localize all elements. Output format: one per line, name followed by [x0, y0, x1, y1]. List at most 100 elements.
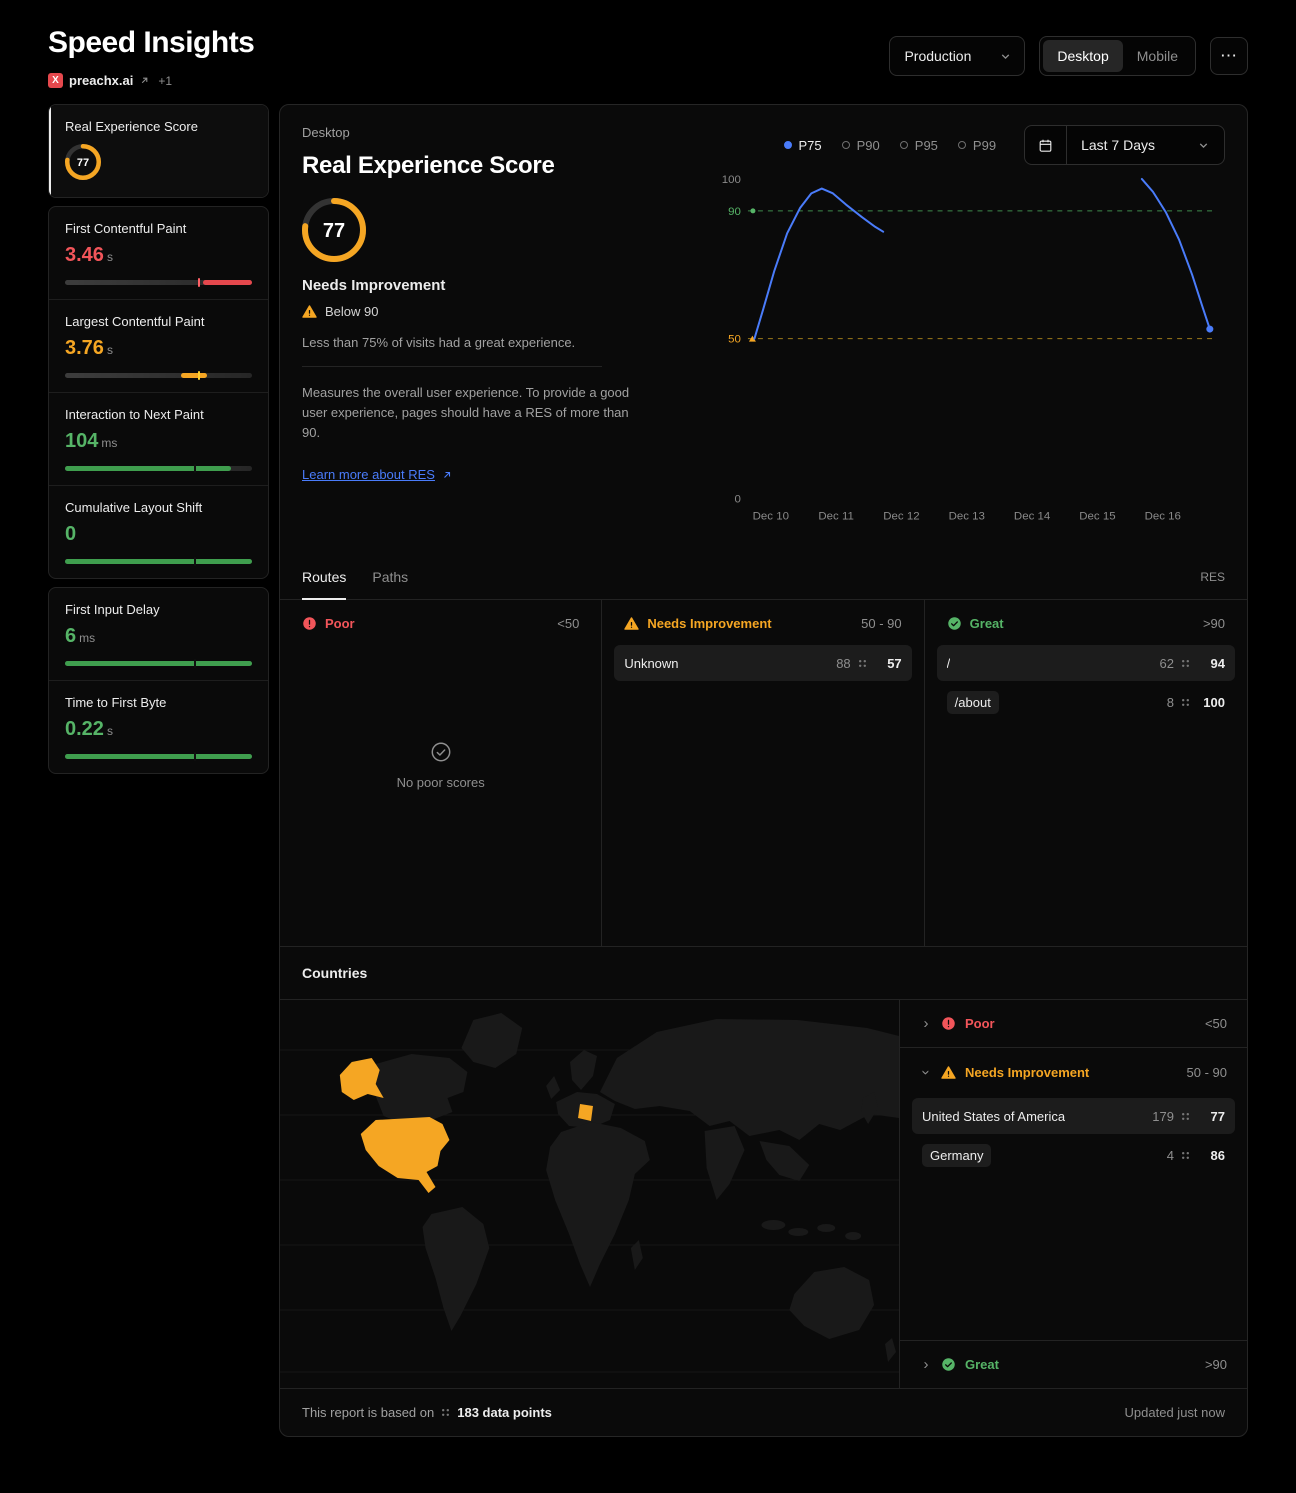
metric-bar [65, 752, 252, 761]
more-options-button[interactable]: ⋯ [1210, 37, 1248, 75]
sidebar-metric-cls[interactable]: Cumulative Layout Shift 0 [49, 485, 268, 578]
legend-dot-icon [899, 141, 908, 149]
column-rows: Unknown 88 57 [614, 645, 912, 684]
column-header: Needs Improvement 50 - 90 [614, 614, 911, 645]
external-link-icon [444, 471, 451, 478]
alert-circle-icon [303, 617, 316, 631]
svg-text:Dec 10: Dec 10 [753, 510, 789, 522]
score-subtitle: Less than 75% of visits had a great expe… [302, 335, 576, 350]
percentile-toggle-p99[interactable]: P99 [957, 138, 996, 153]
sidebar-metric-res[interactable]: Real Experience Score 77 [49, 105, 268, 197]
legend-dot-icon [957, 141, 966, 149]
percentile-toggle-p95[interactable]: P95 [899, 138, 938, 153]
column-range: >90 [1202, 616, 1225, 632]
routes-tabs-bar: Routes Paths RES [280, 554, 1247, 601]
report-footer: This report is based on 183 data points … [280, 1388, 1247, 1436]
svg-text:Dec 14: Dec 14 [1014, 510, 1051, 522]
samples-icon [1182, 698, 1189, 706]
column-label: Great [969, 616, 1004, 632]
page-header: Speed Insights X preachx.ai +1 Productio… [0, 0, 1296, 104]
map-se-asia [759, 1141, 810, 1182]
res-trend-chart[interactable]: 100 90 50 0 Dec 10 Dec 11 Dec 12 Dec 13 Dec 14 De… [714, 169, 1225, 528]
column-label: Poor [325, 616, 355, 632]
check-circle-icon [942, 1358, 955, 1372]
sidebar-metric-ttfb[interactable]: Time to First Byte 0.22 s [49, 680, 268, 773]
country-score-panel: › Poor <50 › Needs Improvement 50 - 90 United … [899, 1000, 1247, 1389]
row-sample-count: 179 [1152, 1108, 1174, 1124]
group-range: 50 - 90 [1186, 1064, 1227, 1080]
chevron-down-icon [1199, 142, 1208, 148]
route-row[interactable]: / 62 94 [936, 645, 1235, 682]
metrics-sidebar: Real Experience Score 77 First Contentful … [48, 104, 269, 774]
metric-group: First Contentful Paint 3.46 s Largest Conte… [48, 206, 269, 579]
device-label: Desktop [302, 125, 350, 140]
column-rows: / 62 94/about 8 100 [936, 645, 1235, 723]
date-range-select[interactable]: Last 7 Days [1067, 126, 1224, 164]
metric-bar [65, 557, 252, 566]
project-name: preachx.ai [69, 73, 134, 88]
map-uk [546, 1076, 561, 1100]
environment-select[interactable]: Production [889, 36, 1026, 76]
score-gauge-container: 77 [302, 198, 714, 265]
metric-label: First Input Delay [65, 602, 160, 617]
external-link-icon[interactable] [139, 75, 150, 86]
row-name: /about [946, 690, 999, 714]
date-range-label: Last 7 Days [1081, 137, 1155, 153]
metric-label: Time to First Byte [65, 695, 167, 710]
route-row[interactable]: /about 8 100 [937, 684, 1235, 720]
samples-icon [858, 659, 866, 667]
svg-text:Dec 15: Dec 15 [1079, 510, 1115, 522]
sidebar-metric-inp[interactable]: Interaction to Next Paint 104 ms [49, 392, 268, 485]
metric-label: First Contentful Paint [65, 221, 187, 236]
score-note-text: Below 90 [325, 304, 379, 319]
score-overview: Desktop Real Experience Score 77 Needs I… [302, 125, 714, 528]
metric-value: 3.76 s [65, 337, 113, 359]
metric-unit: ms [101, 436, 118, 450]
country-group-header-poor[interactable]: › Poor <50 [900, 1000, 1247, 1049]
metric-value: 0 [65, 523, 77, 545]
divider [302, 366, 602, 367]
score-gauge: 77 [65, 144, 101, 180]
updated-timestamp: Updated just now [1124, 1405, 1225, 1421]
world-map[interactable] [280, 1000, 899, 1388]
chart-header: P75 P90 P95 P99 Last 7 Days [714, 125, 1225, 165]
column-range: 50 - 90 [861, 616, 902, 632]
metric-column-label: RES [1200, 569, 1225, 584]
row-sample-count: 88 [836, 655, 851, 671]
project-selector[interactable]: X preachx.ai +1 [48, 73, 254, 88]
project-extra-count[interactable]: +1 [158, 74, 172, 88]
report-summary: This report is based on 183 data points [302, 1405, 552, 1420]
group-range: <50 [1204, 1016, 1227, 1032]
country-row[interactable]: United States of America 179 77 [912, 1098, 1235, 1135]
tab-routes[interactable]: Routes [302, 554, 347, 601]
sidebar-metric-fcp[interactable]: First Contentful Paint 3.46 s [49, 207, 268, 299]
route-row[interactable]: Unknown 88 57 [614, 645, 912, 682]
country-rows: United States of America 179 77 Germany 4 86 [900, 1096, 1247, 1184]
calendar-button[interactable] [1025, 126, 1068, 164]
metric-label: Largest Contentful Paint [65, 314, 205, 329]
learn-more-link[interactable]: Learn more about RES [302, 467, 453, 482]
metric-mini-gauge: 77 [65, 144, 252, 183]
metric-value: 3.46 s [65, 244, 113, 266]
row-name: / [946, 655, 951, 671]
group-label: Poor [965, 1016, 995, 1032]
metric-label: Real Experience Score [65, 119, 198, 134]
metric-bar [65, 371, 252, 380]
svg-text:Dec 11: Dec 11 [818, 510, 854, 522]
percentile-toggle-p75[interactable]: P75 [783, 138, 822, 153]
country-group-header-great[interactable]: › Great >90 [900, 1340, 1247, 1388]
empty-state: No poor scores [292, 645, 589, 932]
header-controls: Production Desktop Mobile ⋯ [889, 36, 1248, 76]
route-tabs: Routes Paths [302, 554, 408, 601]
sidebar-metric-fid[interactable]: First Input Delay 6 ms [49, 588, 268, 680]
percentile-toggle-p90[interactable]: P90 [841, 138, 880, 153]
device-tab-mobile[interactable]: Mobile [1123, 40, 1192, 72]
metric-unit: s [106, 250, 113, 264]
country-row[interactable]: Germany 4 86 [912, 1137, 1235, 1173]
device-tab-desktop[interactable]: Desktop [1043, 40, 1123, 72]
country-group-header-needs-improvement[interactable]: › Needs Improvement 50 - 90 [900, 1048, 1247, 1096]
route-score-columns: Poor <50 No poor scores Needs Improvement 50… [280, 600, 1247, 947]
row-score: 86 [1210, 1147, 1225, 1163]
tab-paths[interactable]: Paths [372, 554, 408, 599]
sidebar-metric-lcp[interactable]: Largest Contentful Paint 3.76 s [49, 299, 268, 392]
